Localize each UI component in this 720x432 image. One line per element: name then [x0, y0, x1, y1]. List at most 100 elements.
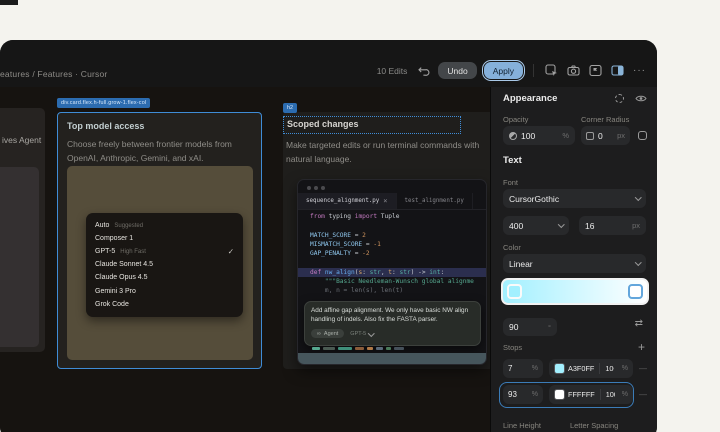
agent-mode-pill[interactable]: ∞ Agent [311, 329, 345, 339]
code-area: from typing import Tuple MATCH_SCORE = 2… [298, 212, 486, 296]
breadcrumb[interactable]: eatures / Features · Cursor [0, 69, 107, 79]
corner-radius-field[interactable]: 0 px [581, 126, 630, 145]
agent-prompt-box[interactable]: Add affine gap alignment. We only have b… [304, 301, 481, 346]
undo-arrow-icon[interactable] [416, 63, 431, 78]
partial-left-card[interactable]: ives Agent ed? [0, 108, 45, 352]
model-option[interactable]: Composer 1 [86, 232, 243, 245]
gradient-angle-field[interactable]: 90 ° [503, 318, 557, 336]
editor-tab[interactable]: sequence_alignment.py × [298, 193, 397, 209]
model-name: Composer 1 [95, 235, 134, 243]
gradient-stops-list: 7% A3F0FF 100% — 93% FFFFFF 100% — [499, 359, 647, 411]
h2-selection-outline: Scoped changes [283, 116, 461, 134]
background-window-sliver [0, 0, 18, 5]
editor-tab[interactable]: test_alignment.py [397, 193, 473, 209]
scoped-changes-card[interactable]: Scoped changes Make targeted edits or ru… [283, 112, 490, 369]
traffic-light-dots [307, 186, 325, 190]
opacity-label: Opacity [503, 115, 529, 124]
remove-stop-button[interactable]: — [639, 364, 647, 373]
code-line: MISMATCH_SCORE = -1 [310, 240, 381, 248]
flag-icon[interactable] [588, 63, 603, 78]
code-editor: sequence_alignment.py × test_alignment.py … [297, 179, 487, 365]
color-mode-select[interactable]: Linear [503, 254, 646, 273]
gradient-angle-value[interactable]: 90 [509, 322, 518, 332]
stop-opacity-unit: % [621, 391, 628, 398]
topbar-actions: 10 Edits Undo Apply ··· [376, 60, 647, 81]
gradient-angle-unit: ° [548, 322, 551, 332]
color-swatch[interactable] [554, 389, 565, 400]
stop-hex-value[interactable]: A3F0FF [568, 364, 594, 373]
opacity-field[interactable]: 100 % [503, 126, 575, 145]
model-selector-backdrop: Auto Suggested Composer 1 GPT-5 High Fast ✓ Cl… [67, 166, 253, 360]
chevron-down-icon [634, 259, 641, 266]
model-option[interactable]: Claude Opus 4.5 [86, 271, 243, 284]
stop-opacity-value[interactable]: 100 [605, 364, 614, 373]
visibility-eye-icon[interactable] [635, 94, 647, 103]
model-option[interactable]: Claude Sonnet 4.5 [86, 258, 243, 271]
panel-right-icon[interactable] [610, 63, 625, 78]
opacity-unit: % [562, 131, 569, 140]
font-family-value: CursorGothic [509, 193, 560, 204]
editor-tab-bar: sequence_alignment.py × test_alignment.py [298, 193, 486, 210]
model-name: GPT-5 [95, 248, 116, 256]
stop-position-value[interactable]: 7 [508, 364, 512, 373]
close-icon[interactable]: × [383, 197, 387, 205]
apply-button[interactable]: Apply [481, 60, 526, 81]
model-name: Auto [95, 222, 110, 230]
stop-opacity-value[interactable]: 100 [606, 390, 615, 399]
font-size-unit: px [632, 221, 640, 230]
card-body: Choose freely between frontier models fr… [67, 139, 232, 163]
topbar: eatures / Features · Cursor 10 Edits Und… [0, 40, 657, 87]
stop-color-field[interactable]: FFFFFF 100% [549, 385, 633, 404]
chevron-down-icon [557, 221, 564, 228]
undo-button[interactable]: Undo [438, 62, 477, 79]
partial-card-title: ives Agent [2, 135, 42, 145]
corner-radius-detail-button[interactable] [634, 126, 650, 145]
edits-count: 10 Edits [376, 65, 408, 76]
model-note: High Fast [120, 248, 146, 255]
add-stop-icon[interactable]: + [638, 340, 645, 354]
reverse-gradient-icon[interactable]: ⇄ [635, 318, 643, 329]
model-name: Claude Sonnet 4.5 [95, 261, 153, 269]
model-access-card[interactable]: Top model access Choose freely between f… [57, 112, 262, 369]
font-size-value[interactable]: 16 [585, 221, 594, 231]
stop-position-unit: % [531, 365, 538, 372]
design-canvas[interactable]: ives Agent ed? div.card.flex.h-full.grow… [0, 87, 490, 432]
more-menu-icon[interactable]: ··· [632, 63, 647, 78]
model-picker[interactable]: GPT-5 [350, 330, 375, 337]
camera-icon[interactable] [566, 63, 581, 78]
model-option[interactable]: GPT-5 High Fast ✓ [86, 245, 243, 258]
model-option[interactable]: Gemini 3 Pro [86, 284, 243, 297]
model-option[interactable]: Grok Code [86, 298, 243, 311]
stop-position-value[interactable]: 93 [508, 390, 517, 399]
tab-label: test_alignment.py [404, 198, 464, 204]
gradient-stop-row[interactable]: 7% A3F0FF 100% — [503, 359, 647, 378]
model-name: Grok Code [95, 300, 129, 308]
font-weight-value: 400 [509, 220, 524, 231]
model-option[interactable]: Auto Suggested [86, 219, 243, 232]
font-family-select[interactable]: CursorGothic [503, 189, 646, 208]
chevron-down-icon [368, 330, 375, 337]
stop-hex-value[interactable]: FFFFFF [568, 390, 595, 399]
inspect-cursor-icon[interactable] [544, 63, 559, 78]
appearance-heading: Appearance [503, 93, 558, 104]
partial-card-box: ed? [0, 167, 39, 347]
effects-icon[interactable] [615, 94, 624, 103]
stop-position-field[interactable]: 7% [503, 359, 543, 378]
font-size-field[interactable]: 16 px [579, 216, 646, 235]
stop-position-field[interactable]: 93% [503, 385, 543, 404]
remove-stop-button[interactable]: — [639, 390, 647, 399]
opacity-value[interactable]: 100 [521, 131, 535, 141]
editor-window: eatures / Features · Cursor 10 Edits Und… [0, 40, 657, 432]
text-section-heading: Text [503, 155, 522, 166]
gradient-stop-handle-end[interactable] [628, 283, 643, 299]
stop-color-field[interactable]: A3F0FF 100% [549, 359, 633, 378]
line-height-label: Line Height [503, 421, 541, 430]
code-line: MATCH_SCORE = 2 [310, 231, 366, 239]
corner-radius-value[interactable]: 0 [598, 131, 603, 141]
gradient-preview-bar[interactable] [501, 278, 649, 305]
color-swatch[interactable] [554, 363, 565, 374]
opacity-icon [509, 131, 517, 140]
font-weight-select[interactable]: 400 [503, 216, 569, 235]
gradient-stop-handle-start[interactable] [507, 283, 522, 299]
gradient-stop-row[interactable]: 93% FFFFFF 100% — [499, 381, 647, 408]
